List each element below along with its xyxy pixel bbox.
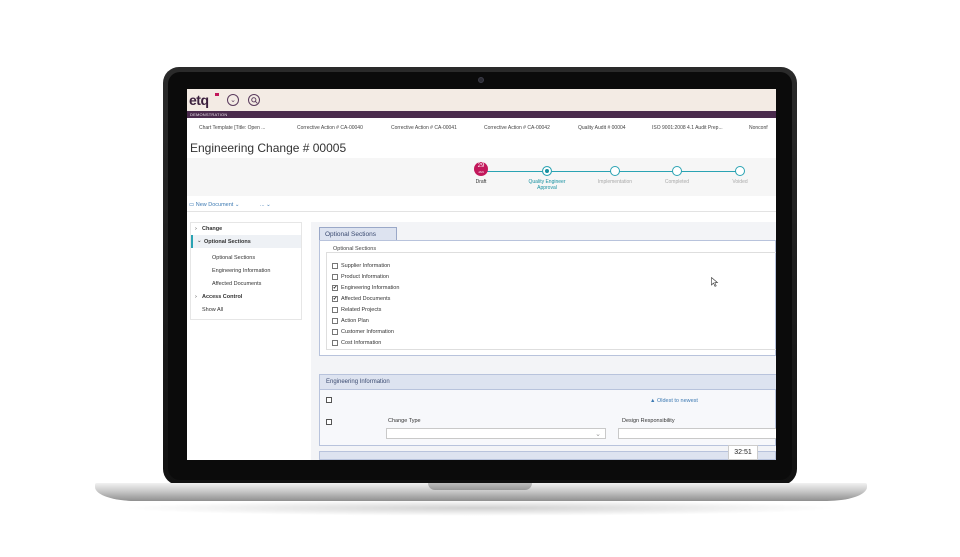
checkbox-checked[interactable]: ✔ <box>332 296 338 302</box>
chevron-down-icon[interactable]: ⌄ <box>197 238 202 244</box>
laptop-shadow <box>120 500 840 516</box>
divider <box>187 211 776 212</box>
sort-link-label: Oldest to newest <box>656 398 698 404</box>
arrow-up-icon: ▲ <box>650 398 656 404</box>
design-responsibility-select[interactable] <box>618 428 776 439</box>
checkbox[interactable] <box>332 340 338 346</box>
tab-item[interactable]: Corrective Action # CA-00042 <box>484 125 550 131</box>
design-responsibility-label: Design Responsibility <box>622 418 675 424</box>
workflow-node[interactable] <box>610 166 620 176</box>
date-badge: 29 JAN <box>474 162 488 176</box>
workflow-step-label: Completed <box>664 179 690 185</box>
change-type-select[interactable]: ⌄ <box>386 428 606 439</box>
next-section-header[interactable] <box>319 451 776 460</box>
checkbox-checked[interactable]: ✔ <box>332 285 338 291</box>
nav-item-optional-sections[interactable]: Optional Sections <box>204 239 251 245</box>
optional-sections-box: Optional Sections Supplier Information P… <box>319 240 776 356</box>
nav-item-access-control[interactable]: Access Control <box>202 294 242 300</box>
nav-item-change[interactable]: Change <box>202 226 222 232</box>
document-icon: ▭ <box>189 202 195 208</box>
date-month: JAN <box>478 170 484 174</box>
select-all-checkbox[interactable] <box>326 397 332 403</box>
new-document-label: New Document ⌄ <box>195 202 240 208</box>
checkbox[interactable] <box>332 307 338 313</box>
nav-subitem[interactable]: Affected Documents <box>212 281 261 287</box>
new-document-button[interactable]: ▭ New Document ⌄ <box>189 202 239 208</box>
workflow-step-label: Implementation <box>597 179 633 185</box>
nav-item-show-all[interactable]: Show All <box>202 307 223 313</box>
tab-item[interactable]: ISO 9001:2008 4.1 Audit Prep... <box>652 125 723 131</box>
nav-subitem[interactable]: Optional Sections <box>212 255 255 261</box>
chevron-right-icon[interactable]: › <box>195 294 197 300</box>
date-day: 29 <box>477 163 485 169</box>
document-tabs: Chart Template [Title: Open ... Correcti… <box>187 125 776 135</box>
tab-item[interactable]: Corrective Action # CA-00041 <box>391 125 457 131</box>
section-header[interactable]: Engineering Information <box>320 375 776 390</box>
demo-banner: DEMONSTRATION <box>187 111 776 118</box>
tab-optional-sections[interactable]: Optional Sections <box>319 227 397 241</box>
fieldset-legend: Optional Sections <box>331 246 379 252</box>
search-icon[interactable] <box>248 94 260 106</box>
workflow-node[interactable] <box>672 166 682 176</box>
workflow-step-label: Draft <box>475 179 487 185</box>
tab-item[interactable]: Corrective Action # CA-00040 <box>297 125 363 131</box>
chevron-right-icon[interactable]: › <box>195 226 197 232</box>
sort-oldest-link[interactable]: ▲ Oldest to newest <box>650 398 698 404</box>
section-nav: › Change ⌄ Optional Sections Optional Se… <box>190 222 302 320</box>
workflow-step-label: Quality Engineer Approval <box>528 179 566 191</box>
workflow-node-current[interactable] <box>542 166 552 176</box>
checkbox[interactable] <box>332 263 338 269</box>
camera <box>478 77 484 83</box>
mouse-cursor-icon <box>711 277 719 287</box>
top-bar: etq ⌄ <box>187 89 776 111</box>
etq-logo[interactable]: etq <box>189 92 209 108</box>
chevron-down-icon: ⌄ <box>595 431 601 438</box>
workflow-bar: 29 JAN Draft Quality Engineer Approval I… <box>187 158 776 196</box>
timer-display: 32:51 <box>728 445 758 460</box>
checkbox[interactable] <box>332 329 338 335</box>
checkbox[interactable] <box>332 318 338 324</box>
chevron-down-icon[interactable]: ⌄ <box>227 94 239 106</box>
app-screen: etq ⌄ DEMONSTRATION Chart Template [Titl… <box>187 89 776 460</box>
tab-item[interactable]: Quality Audit # 00004 <box>578 125 626 131</box>
engineering-information-section: Engineering Information ▲ Oldest to newe… <box>319 374 776 446</box>
tab-item[interactable]: Chart Template [Title: Open ... <box>199 125 265 131</box>
more-actions-button[interactable]: ... ⌄ <box>260 202 271 208</box>
checkbox[interactable] <box>332 274 338 280</box>
workflow-step-label: Voided <box>732 179 748 185</box>
page-title: Engineering Change # 00005 <box>190 141 347 155</box>
logo-accent <box>215 93 219 96</box>
main-panel: Optional Sections Optional Sections Supp… <box>311 222 776 460</box>
row-checkbox[interactable] <box>326 419 332 425</box>
laptop-notch <box>428 483 532 490</box>
optional-sections-fieldset <box>326 252 776 350</box>
tab-item[interactable]: Nonconf <box>749 125 768 131</box>
change-type-label: Change Type <box>388 418 421 424</box>
nav-subitem[interactable]: Engineering Information <box>212 268 270 274</box>
workflow-node[interactable] <box>735 166 745 176</box>
